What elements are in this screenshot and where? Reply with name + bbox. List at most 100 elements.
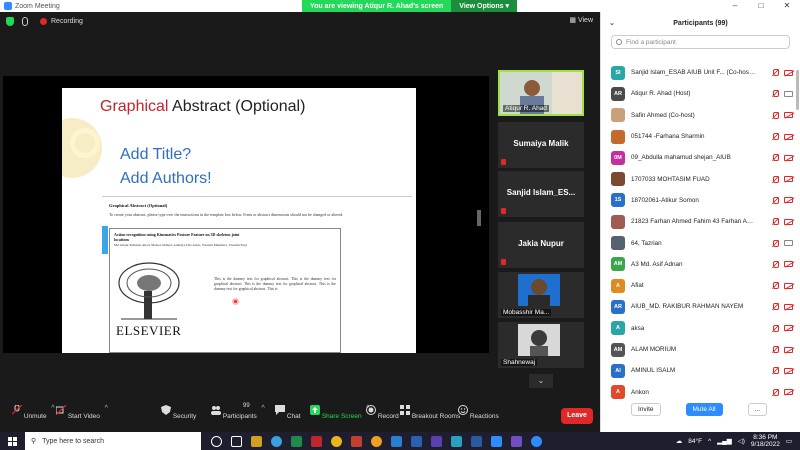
participant-row[interactable]: AM ALAM MORIUM: [601, 339, 795, 360]
participant-row[interactable]: SI Sanjid Islam_ESAB AIUB Unit F... (Co-h…: [601, 62, 795, 83]
muted-mic-icon[interactable]: [772, 111, 779, 119]
muted-mic-icon[interactable]: [772, 346, 779, 353]
view-button[interactable]: ▦ View: [569, 16, 593, 24]
muted-mic-icon[interactable]: [772, 282, 779, 290]
muted-mic-icon[interactable]: [772, 133, 779, 141]
video-tile[interactable]: Jakia Nupur: [498, 222, 584, 268]
chrome-alt-icon[interactable]: [371, 435, 382, 447]
participant-row[interactable]: AM A3 Md. Asif Adnan: [601, 254, 795, 275]
onenote-icon[interactable]: [511, 435, 522, 447]
participant-row[interactable]: AR Atiqur R. Ahad (Host): [601, 83, 795, 104]
volume-icon[interactable]: ◁): [738, 437, 745, 445]
powerpoint-icon[interactable]: [311, 435, 322, 447]
word-icon[interactable]: [471, 435, 482, 447]
clock[interactable]: 8:36 PM 9/18/2022: [751, 434, 780, 448]
outlook-icon[interactable]: [411, 435, 422, 447]
breakout-rooms-button[interactable]: Breakout Rooms: [400, 405, 460, 420]
audio-options-caret[interactable]: ^: [51, 405, 54, 412]
participant-row[interactable]: A Afiat: [601, 275, 795, 296]
mute-all-button[interactable]: Mute All: [685, 402, 723, 416]
network-icon[interactable]: ▂▄▆: [717, 437, 732, 445]
muted-mic-icon[interactable]: [772, 154, 779, 162]
invite-button[interactable]: Invite: [631, 402, 661, 416]
task-view-icon[interactable]: [231, 435, 242, 447]
slide-subtitle-authors: Add Authors!: [120, 170, 212, 187]
muted-mic-icon[interactable]: [772, 388, 779, 396]
muted-mic-icon[interactable]: [772, 218, 779, 226]
scroll-tiles-down-button[interactable]: ⌄: [529, 374, 553, 388]
cortana-icon[interactable]: [211, 435, 222, 447]
muted-mic-icon[interactable]: [772, 196, 779, 204]
leave-button[interactable]: Leave: [561, 408, 593, 424]
muted-mic-icon[interactable]: [772, 90, 779, 98]
chat-button[interactable]: Chat: [275, 405, 301, 420]
tray-overflow-icon[interactable]: ^: [708, 438, 711, 445]
chrome-icon[interactable]: [331, 435, 342, 447]
strip-splitter[interactable]: [477, 210, 481, 226]
muted-mic-icon[interactable]: [772, 175, 779, 183]
security-button[interactable]: Security: [161, 405, 196, 420]
meeting-toolbar: Unmute ^ Start Video ^ Security Particip…: [0, 403, 599, 432]
minimize-button[interactable]: –: [722, 0, 748, 12]
video-tile[interactable]: Shahnewaj: [498, 322, 584, 368]
view-options-button[interactable]: View Options ▾: [451, 0, 517, 12]
muted-mic-icon[interactable]: [772, 303, 779, 311]
record-button[interactable]: Record: [366, 405, 399, 420]
video-tile[interactable]: Mobasshir Ma...: [498, 272, 584, 318]
participant-row[interactable]: 1S 18702061-Atikur Somon: [601, 190, 795, 211]
participant-row[interactable]: AI AMINUL ISALM: [601, 360, 795, 381]
participant-avatar: A: [611, 278, 625, 293]
video-tile[interactable]: Sanjid Islam_ES...: [498, 171, 584, 217]
acrobat-icon[interactable]: [351, 435, 362, 447]
muted-mic-icon[interactable]: [772, 69, 779, 77]
participant-row[interactable]: 21823 Farhan Ahmed Fahim 43 Farhan Ahme.…: [601, 211, 795, 232]
participant-name: Safin Ahmed (Co-host): [631, 111, 695, 119]
store-icon[interactable]: [451, 435, 462, 447]
reactions-button[interactable]: Reactions: [458, 405, 499, 420]
video-off-icon: [784, 282, 793, 289]
breakout-rooms-icon: [400, 405, 410, 415]
participant-row[interactable]: 051744 -Farhana Sharmin: [601, 126, 795, 147]
edge-icon[interactable]: [271, 435, 282, 447]
chat-icon: [275, 405, 285, 415]
muted-mic-icon[interactable]: [772, 239, 779, 247]
encryption-shield-icon[interactable]: [6, 16, 14, 26]
close-button[interactable]: ✕: [774, 0, 800, 12]
participant-row[interactable]: 0M 09_Abdulla mahamud shejan_AIUB: [601, 147, 795, 168]
zoom-taskbar-icon[interactable]: [491, 435, 502, 447]
excel-icon[interactable]: [291, 435, 302, 447]
find-participant-input[interactable]: Find a participant: [611, 35, 790, 49]
participants-caret[interactable]: ^: [261, 405, 264, 412]
file-explorer-icon[interactable]: [251, 435, 262, 447]
unmute-button[interactable]: Unmute ^: [11, 404, 55, 420]
video-tile[interactable]: Sumaiya Malik: [498, 122, 584, 168]
maximize-button[interactable]: □: [748, 0, 774, 12]
zoom-active-icon[interactable]: [531, 435, 542, 447]
participants-button[interactable]: Participants 99 ^: [211, 403, 265, 420]
participant-row[interactable]: Aaksa: [601, 318, 795, 339]
video-tile-active-speaker[interactable]: Atiqur R. Ahad: [498, 70, 584, 116]
video-options-caret[interactable]: ^: [105, 405, 108, 412]
collapse-panel-chevron-icon[interactable]: ⌄: [609, 19, 615, 27]
participant-avatar: [611, 236, 625, 251]
notifications-icon[interactable]: ▭: [786, 437, 792, 445]
more-options-button[interactable]: ...: [747, 402, 767, 416]
participant-status: [772, 239, 793, 247]
video-off-icon: [784, 133, 793, 140]
mail-icon[interactable]: [391, 435, 402, 447]
teams-icon[interactable]: [431, 435, 442, 447]
taskbar-search-input[interactable]: ⚲ Type here to search: [25, 432, 201, 450]
share-screen-button[interactable]: Share Screen ^: [310, 405, 370, 420]
start-video-button[interactable]: Start Video ^: [55, 404, 108, 420]
muted-mic-icon[interactable]: [772, 367, 779, 375]
participant-row[interactable]: 1707033 MOHTASIM FUAD: [601, 168, 795, 189]
participant-row[interactable]: Safin Ahmed (Co-host): [601, 105, 795, 126]
windows-start-icon[interactable]: [8, 436, 17, 446]
participant-row[interactable]: AR AIUB_MD. RAKIBUR RAHMAN NAYEM: [601, 296, 795, 317]
muted-mic-icon[interactable]: [772, 260, 779, 268]
participant-row[interactable]: 64, Tazrian: [601, 232, 795, 253]
participant-list-scrollbar[interactable]: [796, 70, 799, 110]
muted-mic-icon[interactable]: [772, 324, 779, 332]
smiley-icon: [458, 405, 468, 415]
weather-icon[interactable]: ☁: [676, 437, 683, 445]
